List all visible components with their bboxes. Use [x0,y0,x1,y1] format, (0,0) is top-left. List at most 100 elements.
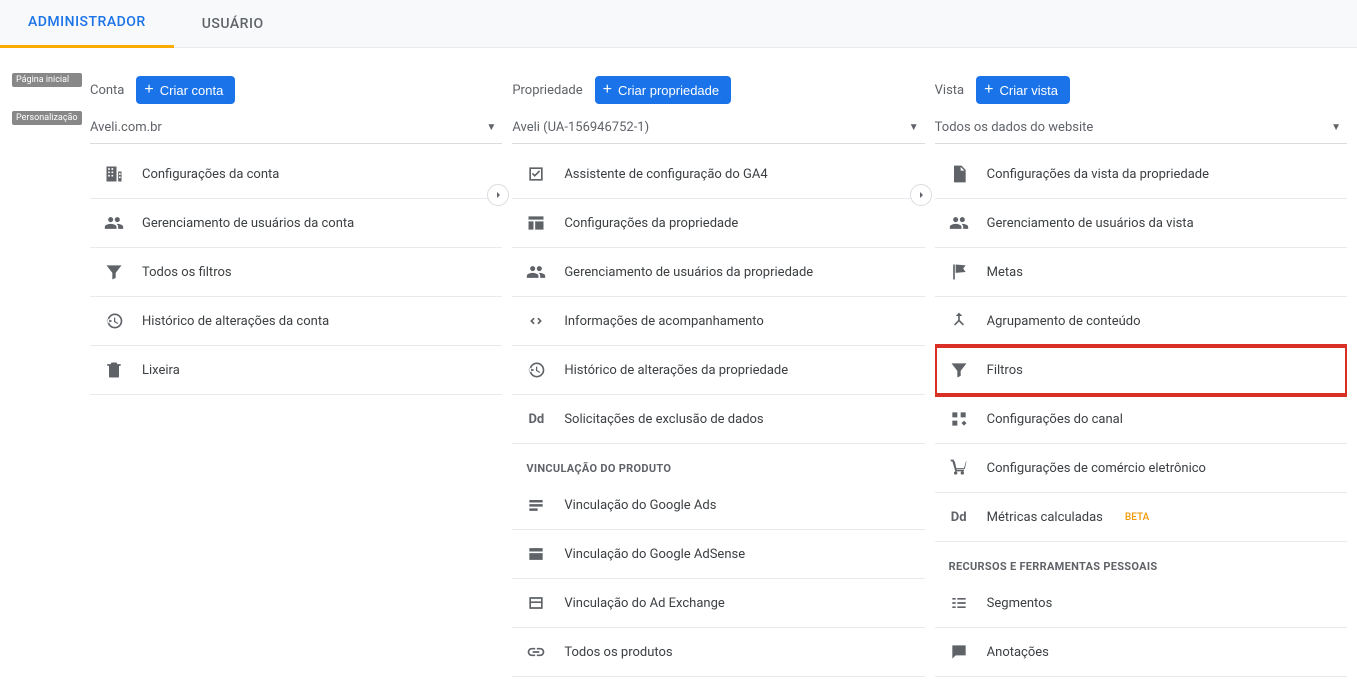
account-selector[interactable]: Aveli.com.br ▼ [90,116,502,144]
property-column: Propriedade + Criar propriedade Aveli (U… [512,72,924,693]
item-label: Assistente de configuração do GA4 [564,167,767,182]
view-ecommerce-settings[interactable]: Configurações de comércio eletrônico [935,444,1347,493]
property-change-history[interactable]: Histórico de alterações da propriedade [512,346,924,395]
link-ad-exchange[interactable]: Vinculação do Ad Exchange [512,579,924,628]
adsense-icon [526,544,546,564]
item-label: Lixeira [142,363,180,378]
flag-icon [949,262,969,282]
dd-icon: Dd [526,409,546,429]
beta-badge: BETA [1125,512,1149,523]
property-data-deletion[interactable]: Dd Solicitações de exclusão de dados [512,395,924,444]
check-square-icon [526,164,546,184]
view-column: Vista + Criar vista Todos os dados do we… [935,72,1347,693]
personal-tools-section: RECURSOS E FERRAMENTAS PESSOAIS [935,542,1347,579]
property-user-management[interactable]: Gerenciamento de usuários da propriedade [512,248,924,297]
layout-icon [526,213,546,233]
create-account-button[interactable]: + Criar conta [136,76,235,104]
dd-icon: Dd [949,507,969,527]
property-selector[interactable]: Aveli (UA-156946752-1) ▼ [512,116,924,144]
view-goals[interactable]: Metas [935,248,1347,297]
tab-admin[interactable]: ADMINISTRADOR [0,0,174,48]
property-ga4-assistant[interactable]: Assistente de configuração do GA4 [512,150,924,199]
view-multichannel-funnels[interactable]: Configurações de funis multicanal [935,677,1347,693]
item-label: Configurações de comércio eletrônico [987,461,1206,476]
item-label: Metas [987,265,1023,280]
account-title: Conta [90,83,124,98]
segments-icon [949,593,969,613]
link-google-ads[interactable]: Vinculação do Google Ads [512,481,924,530]
create-view-button[interactable]: + Criar vista [976,76,1070,104]
plus-icon: + [144,82,153,98]
property-settings[interactable]: Configurações da propriedade [512,199,924,248]
item-label: Todos os produtos [564,645,672,660]
top-tab-bar: ADMINISTRADOR USUÁRIO [0,0,1357,48]
chat-icon [949,642,969,662]
filter-icon [949,360,969,380]
create-property-button[interactable]: + Criar propriedade [595,76,732,104]
code-icon [526,311,546,331]
document-icon [949,164,969,184]
item-label: Anotações [987,645,1049,660]
move-to-view-button[interactable] [910,184,932,206]
arrow-right-icon [492,189,504,201]
cart-icon [949,458,969,478]
create-account-label: Criar conta [160,83,224,98]
link-icon [526,642,546,662]
view-selected-value: Todos os dados do website [935,120,1094,135]
item-label: Filtros [987,363,1023,378]
item-label: Histórico de alterações da conta [142,314,329,329]
filter-icon [104,262,124,282]
plus-icon: + [984,82,993,98]
account-change-history[interactable]: Histórico de alterações da conta [90,297,502,346]
property-tracking-info[interactable]: Informações de acompanhamento [512,297,924,346]
view-content-grouping[interactable]: Agrupamento de conteúdo [935,297,1347,346]
item-label: Histórico de alterações da propriedade [564,363,788,378]
view-annotations[interactable]: Anotações [935,628,1347,677]
channel-icon [949,409,969,429]
link-adsense[interactable]: Vinculação do Google AdSense [512,530,924,579]
item-label: Gerenciamento de usuários da conta [142,216,354,231]
account-all-filters[interactable]: Todos os filtros [90,248,502,297]
arrow-right-icon [915,189,927,201]
view-user-management[interactable]: Gerenciamento de usuários da vista [935,199,1347,248]
item-label: Vinculação do Google AdSense [564,547,745,562]
account-user-management[interactable]: Gerenciamento de usuários da conta [90,199,502,248]
item-label: Vinculação do Google Ads [564,498,716,513]
create-view-label: Criar vista [999,83,1058,98]
account-trash[interactable]: Lixeira [90,346,502,395]
people-icon [104,213,124,233]
adexchange-icon [526,593,546,613]
item-label: Vinculação do Ad Exchange [564,596,724,611]
trash-icon [104,360,124,380]
history-icon [104,311,124,331]
property-title: Propriedade [512,83,582,98]
chevron-down-icon: ▼ [909,122,919,133]
tab-user[interactable]: USUÁRIO [174,0,292,48]
view-settings[interactable]: Configurações da vista da propriedade [935,150,1347,199]
view-selector[interactable]: Todos os dados do website ▼ [935,116,1347,144]
view-title: Vista [935,83,964,98]
item-label: Configurações da conta [142,167,279,182]
item-label: Solicitações de exclusão de dados [564,412,763,427]
item-label: Informações de acompanhamento [564,314,764,329]
history-icon [526,360,546,380]
ads-icon [526,495,546,515]
item-label: Configurações da vista da propriedade [987,167,1209,182]
item-label: Segmentos [987,596,1053,611]
product-linking-section: VINCULAÇÃO DO PRODUTO [512,444,924,481]
link-postbacks[interactable]: Postbacks [512,677,924,693]
item-label: Agrupamento de conteúdo [987,314,1141,329]
view-filters[interactable]: Filtros [935,346,1347,395]
account-settings[interactable]: Configurações da conta [90,150,502,199]
chevron-down-icon: ▼ [486,122,496,133]
view-channel-settings[interactable]: Configurações do canal [935,395,1347,444]
chevron-down-icon: ▼ [1331,122,1341,133]
item-label: Gerenciamento de usuários da propriedade [564,265,813,280]
people-icon [949,213,969,233]
link-all-products[interactable]: Todos os produtos [512,628,924,677]
view-calculated-metrics[interactable]: Dd Métricas calculadas BETA [935,493,1347,542]
account-column: Conta + Criar conta Aveli.com.br ▼ Confi… [90,72,502,693]
move-to-property-button[interactable] [487,184,509,206]
view-segments[interactable]: Segmentos [935,579,1347,628]
property-selected-value: Aveli (UA-156946752-1) [512,120,649,135]
